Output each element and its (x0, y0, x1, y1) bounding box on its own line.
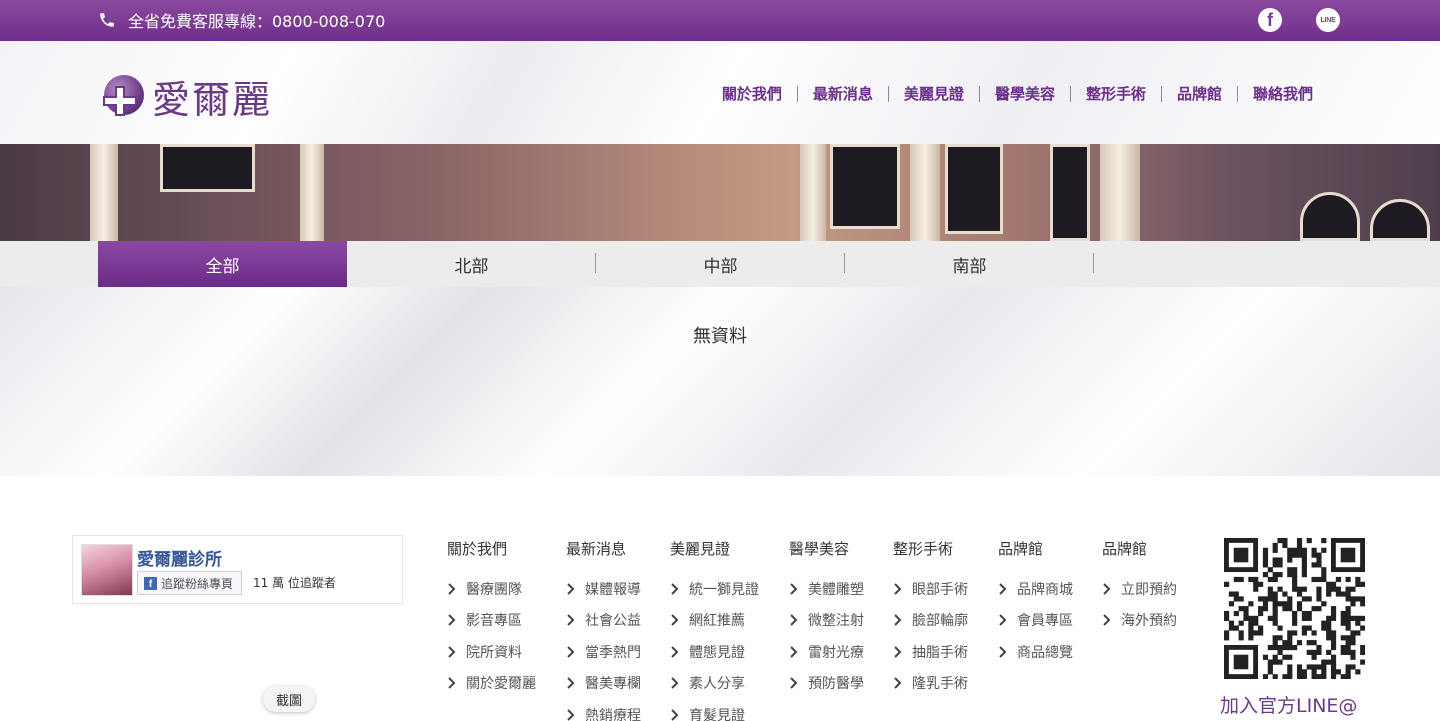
footer-link[interactable]: 素人分享 (670, 668, 759, 700)
line-icon[interactable]: LINE (1316, 8, 1340, 32)
chevron-right-icon (566, 677, 575, 689)
chevron-right-icon (893, 677, 902, 689)
footer-link[interactable]: 立即預約 (1102, 573, 1177, 605)
footer-col-brand-1: 品牌館 品牌商城 會員專區 商品總覽 (998, 538, 1073, 668)
facebook-follow-button[interactable]: f 追蹤粉絲專頁 (137, 571, 243, 595)
footer-col-medical-beauty: 醫學美容 美體雕塑 微整注射 雷射光療 預防醫學 (789, 538, 864, 699)
footer-link[interactable]: 會員專區 (998, 605, 1073, 637)
hotline: 全省免費客服專線：0800-008-070 (98, 8, 385, 32)
chevron-right-icon (566, 646, 575, 658)
footer-link[interactable]: 臉部輪廓 (893, 605, 968, 637)
top-bar: 全省免費客服專線：0800-008-070 f LINE (0, 0, 1440, 41)
footer-link[interactable]: 預防醫學 (789, 668, 864, 700)
nav-brand-store[interactable]: 品牌館 (1160, 86, 1237, 102)
footer-link[interactable]: 社會公益 (566, 605, 641, 637)
facebook-icon: f (144, 576, 157, 590)
main-nav: 關於我們 最新消息 美麗見證 醫學美容 整形手術 品牌館 聯絡我們 (707, 86, 1328, 102)
footer-link[interactable]: 當季熱門 (566, 636, 641, 668)
footer-col-testimonials: 美麗見證 統一獅見證 網紅推薦 體態見證 素人分享 育髮見證 (670, 538, 759, 721)
facebook-page-avatar[interactable] (81, 544, 133, 596)
chevron-right-icon (670, 646, 679, 658)
footer-link[interactable]: 育髮見證 (670, 699, 759, 721)
footer-link[interactable]: 體態見證 (670, 636, 759, 668)
footer-link[interactable]: 雷射光療 (789, 636, 864, 668)
chevron-right-icon (566, 709, 575, 721)
chevron-right-icon (447, 614, 456, 626)
social-links: f LINE (1258, 8, 1340, 32)
phone-icon (98, 11, 116, 29)
nav-news[interactable]: 最新消息 (796, 86, 888, 102)
facebook-follower-count: 11 萬 位追蹤者 (253, 576, 336, 590)
logo-text: 愛爾麗 (152, 78, 273, 122)
footer-col-about: 關於我們 醫療團隊 影音專區 院所資料 關於愛爾麗 (447, 538, 536, 699)
footer-link[interactable]: 微整注射 (789, 605, 864, 637)
region-tabs: 全部 北部 中部 南部 (98, 241, 1094, 287)
chevron-right-icon (998, 646, 1007, 658)
chevron-right-icon (447, 646, 456, 658)
footer-link[interactable]: 海外預約 (1102, 605, 1177, 637)
logo-cross-icon (98, 73, 146, 121)
footer-col-news: 最新消息 媒體報導 社會公益 當季熱門 醫美專欄 熱銷療程 (566, 538, 641, 721)
footer-link[interactable]: 品牌商城 (998, 573, 1073, 605)
footer-link[interactable]: 統一獅見證 (670, 573, 759, 605)
nav-testimonials[interactable]: 美麗見證 (887, 86, 979, 102)
chevron-right-icon (670, 614, 679, 626)
footer-link[interactable]: 醫美專欄 (566, 668, 641, 700)
chevron-right-icon (1102, 583, 1111, 595)
facebook-page-widget[interactable]: 愛爾麗診所 f 追蹤粉絲專頁 11 萬 位追蹤者 (72, 535, 403, 604)
chevron-right-icon (670, 709, 679, 721)
banner-image (0, 144, 1440, 241)
chevron-right-icon (789, 646, 798, 658)
footer-link[interactable]: 隆乳手術 (893, 668, 968, 700)
facebook-page-name[interactable]: 愛爾麗診所 (137, 545, 222, 570)
content-area: 無資料 (0, 287, 1440, 476)
tab-south[interactable]: 南部 (845, 241, 1094, 287)
qr-label[interactable]: 加入官方LINE@ (1220, 691, 1357, 718)
tab-central[interactable]: 中部 (596, 241, 845, 287)
chevron-right-icon (447, 677, 456, 689)
footer-link[interactable]: 網紅推薦 (670, 605, 759, 637)
footer-link[interactable]: 美體雕塑 (789, 573, 864, 605)
site-header: 愛爾麗 關於我們 最新消息 美麗見證 醫學美容 整形手術 品牌館 聯絡我們 (0, 41, 1440, 144)
chevron-right-icon (1102, 614, 1111, 626)
logo[interactable]: 愛爾麗 (98, 69, 272, 124)
tab-north[interactable]: 北部 (347, 241, 596, 287)
chevron-right-icon (789, 614, 798, 626)
footer-link[interactable]: 院所資料 (447, 636, 536, 668)
nav-plastic-surgery[interactable]: 整形手術 (1069, 86, 1161, 102)
line-qr-code[interactable] (1224, 538, 1366, 680)
chevron-right-icon (893, 614, 902, 626)
footer-col-plastic-surgery: 整形手術 眼部手術 臉部輪廓 抽脂手術 隆乳手術 (893, 538, 968, 699)
hotline-text: 全省免費客服專線：0800-008-070 (128, 12, 386, 31)
chevron-right-icon (447, 583, 456, 595)
chevron-right-icon (670, 583, 679, 595)
chevron-right-icon (998, 614, 1007, 626)
footer-link[interactable]: 眼部手術 (893, 573, 968, 605)
footer-col-brand-2: 品牌館 立即預約 海外預約 (1102, 538, 1177, 636)
tab-all[interactable]: 全部 (98, 241, 347, 287)
chevron-right-icon (566, 583, 575, 595)
screenshot-tooltip: 截圖 (263, 686, 316, 712)
footer-link[interactable]: 抽脂手術 (893, 636, 968, 668)
nav-medical-beauty[interactable]: 醫學美容 (978, 86, 1070, 102)
footer-link[interactable]: 熱銷療程 (566, 699, 641, 721)
chevron-right-icon (566, 614, 575, 626)
empty-message: 無資料 (693, 326, 747, 347)
footer-link[interactable]: 媒體報導 (566, 573, 641, 605)
chevron-right-icon (893, 646, 902, 658)
chevron-right-icon (998, 583, 1007, 595)
chevron-right-icon (893, 583, 902, 595)
chevron-right-icon (789, 677, 798, 689)
footer-link[interactable]: 醫療團隊 (447, 573, 536, 605)
nav-about[interactable]: 關於我們 (707, 86, 797, 102)
footer-link[interactable]: 影音專區 (447, 605, 536, 637)
chevron-right-icon (670, 677, 679, 689)
footer-link[interactable]: 商品總覽 (998, 636, 1073, 668)
nav-contact[interactable]: 聯絡我們 (1236, 86, 1328, 102)
chevron-right-icon (789, 583, 798, 595)
footer-link[interactable]: 關於愛爾麗 (447, 668, 536, 700)
facebook-icon[interactable]: f (1258, 8, 1282, 32)
